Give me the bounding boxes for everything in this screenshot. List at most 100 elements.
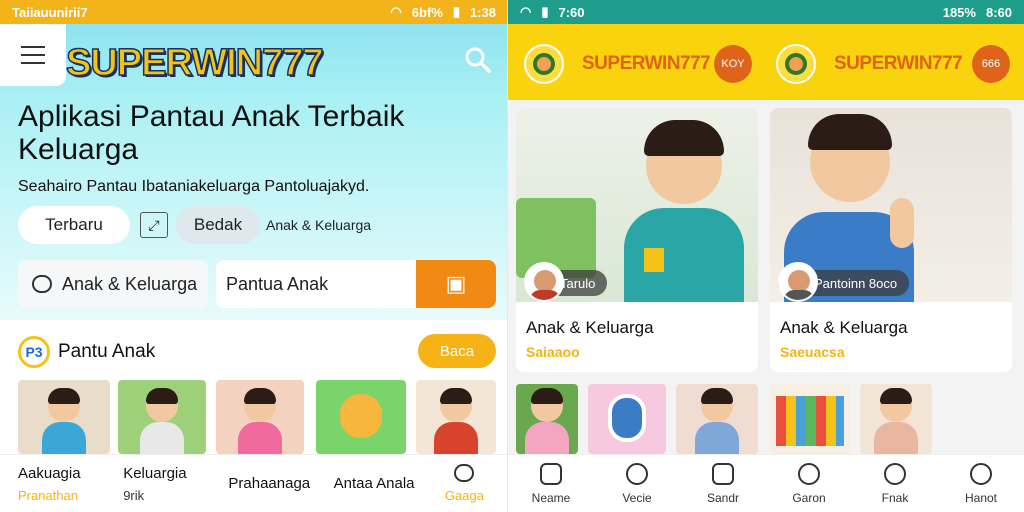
- nav-label: Keluargia: [123, 464, 187, 482]
- filter-chip-anak-keluarga[interactable]: Anak & Keluarga: [266, 214, 376, 236]
- hamburger-menu-button[interactable]: [0, 24, 66, 86]
- chat-icon: [32, 275, 52, 293]
- search-icon: [970, 462, 992, 485]
- thumbnail[interactable]: [588, 384, 666, 454]
- card-title: Anak & Keluarga: [780, 318, 908, 337]
- bottom-navigation: Aakuagia Pranathan Keluargia 9rik Prahaa…: [0, 454, 508, 512]
- nav-label: Garon: [792, 490, 826, 505]
- card-subtitle: Saiaaoo: [526, 344, 580, 360]
- nav-sublabel: 9rik: [123, 487, 145, 503]
- status-app-text: Taiiauunirii7: [12, 4, 88, 20]
- status-bar: Taiiauunirii7 ◠ 6bf% ▮ 1:38: [0, 0, 508, 24]
- thumbnail[interactable]: [216, 380, 304, 454]
- card-author-badge: Pantoinn 8oco: [778, 262, 910, 302]
- battery-icon: ▮: [541, 4, 549, 19]
- nav-item[interactable]: Prahaanaga: [210, 455, 315, 512]
- content-card[interactable]: Pantoinn 8oco Anak & Keluarga Saeuacsa: [770, 108, 1012, 372]
- avatar: [524, 262, 564, 302]
- nav-item[interactable]: Vecie: [594, 455, 680, 512]
- search-row: Anak & Keluarga Pantua Anak ▣: [18, 260, 496, 308]
- section-icon: P3: [18, 336, 50, 368]
- status-time: 7:60: [558, 4, 585, 20]
- card-subtitle: Saeuacsa: [780, 344, 845, 360]
- chat-icon: [454, 464, 475, 482]
- nav-item[interactable]: Fnak: [852, 455, 938, 512]
- nav-label: Neame: [531, 490, 571, 505]
- thumbnail[interactable]: [516, 384, 578, 454]
- filter-icon[interactable]: ⤢: [140, 212, 168, 238]
- penguin-icon: [608, 394, 646, 442]
- thumbnail[interactable]: [18, 380, 110, 454]
- nav-item[interactable]: Keluargia 9rik: [105, 455, 210, 512]
- status-time-2: 8:60: [985, 4, 1012, 20]
- compass-icon: [884, 462, 906, 485]
- search-submit-button[interactable]: ▣: [416, 260, 496, 308]
- home-icon: [540, 462, 562, 485]
- thumbnail[interactable]: [770, 384, 850, 454]
- search-icon: [798, 462, 820, 485]
- battery-percent: 185%: [942, 4, 976, 20]
- nav-label: Sandr: [706, 490, 740, 505]
- battery-percent: 6bf%: [411, 4, 443, 20]
- thumbnail[interactable]: [676, 384, 758, 454]
- badge-label: Pantoinn 8oco: [814, 275, 898, 291]
- nav-label: Hanot: [964, 490, 998, 505]
- right-phone-screen: ◠ ▮ 7:60 185% 8:60 SUPERWIN777 KOY SUPER…: [508, 0, 1024, 512]
- nav-item[interactable]: Neame: [508, 455, 594, 512]
- nav-item[interactable]: Gaaga: [421, 455, 508, 512]
- filter-chip-terbaru[interactable]: Terbaru: [18, 206, 130, 244]
- header-action-button[interactable]: KOY: [714, 45, 752, 83]
- bottom-navigation: Neame Vecie Sandr Garon Fnak Hanot: [508, 454, 1024, 512]
- nav-item[interactable]: Antaa Anala: [316, 455, 421, 512]
- left-phone-screen: Taiiauunirii7 ◠ 6bf% ▮ 1:38 SUPERWIN777 …: [0, 0, 508, 512]
- status-time: 1:38: [469, 4, 496, 20]
- nav-label: Fnak: [881, 490, 909, 505]
- status-icons: ◠ 6bf% ▮ 1:38: [390, 4, 496, 20]
- nav-item[interactable]: Hanot: [938, 455, 1024, 512]
- section-read-button[interactable]: Baca: [418, 334, 496, 368]
- header-action-button[interactable]: 666: [972, 45, 1010, 83]
- book-icon: [712, 462, 734, 485]
- wifi-icon: ◠: [520, 4, 532, 19]
- badge-label: Tarulo: [560, 275, 596, 291]
- nav-item[interactable]: Sandr: [680, 455, 766, 512]
- status-right-group: 185% 8:60: [943, 5, 1012, 20]
- brand-logo[interactable]: SUPERWIN777: [65, 41, 324, 85]
- category-selector[interactable]: Anak & Keluarga: [18, 260, 208, 308]
- category-label: Anak & Keluarga: [62, 273, 198, 294]
- nav-item[interactable]: Aakuagia Pranathan: [0, 455, 105, 512]
- header-tab[interactable]: SUPERWIN777: [776, 44, 963, 84]
- nav-item[interactable]: Garon: [766, 455, 852, 512]
- nav-label: Aakuagia: [18, 464, 81, 482]
- card-title: Anak & Keluarga: [526, 318, 654, 337]
- section-title: Pantu Anak: [58, 341, 156, 362]
- box-icon: ▣: [445, 271, 467, 296]
- thumbnail-strip: [516, 384, 1016, 454]
- toy-shelf-icon: [776, 396, 844, 446]
- battery-icon: ▮: [452, 4, 460, 19]
- brand-name: SUPERWIN777: [582, 53, 711, 74]
- search-placeholder: Pantua Anak: [226, 273, 329, 294]
- avatar: [778, 262, 818, 302]
- header-tab[interactable]: SUPERWIN777: [524, 44, 711, 84]
- hero-subtitle: Seahairo Pantau Ibataniakeluarga Pantolu…: [18, 178, 370, 195]
- search-button[interactable]: [458, 40, 498, 80]
- status-bar: ◠ ▮ 7:60 185% 8:60: [508, 0, 1024, 24]
- search-icon: [465, 47, 491, 73]
- app-header: SUPERWIN777 KOY SUPERWIN777 666: [508, 24, 1024, 100]
- thumbnail[interactable]: [416, 380, 496, 454]
- nav-label: Prahaanaga: [228, 475, 311, 492]
- thumbnail[interactable]: [118, 380, 206, 454]
- menu-icon: [21, 54, 45, 56]
- avatar[interactable]: [776, 44, 816, 84]
- status-left-group: ◠ ▮ 7:60: [520, 4, 585, 20]
- thumbnail[interactable]: [860, 384, 932, 454]
- section-header: P3 Pantu Anak Baca: [18, 334, 496, 370]
- hero-title: Aplikasi Pantau Anak Terbaik Keluarga: [18, 100, 405, 166]
- content-card[interactable]: Tarulo Anak & Keluarga Saiaaoo: [516, 108, 758, 372]
- filter-chip-bedak[interactable]: Bedak: [176, 206, 260, 244]
- thumbnail[interactable]: [316, 380, 406, 454]
- avatar[interactable]: [524, 44, 564, 84]
- nav-sublabel: Gaaga: [444, 488, 484, 503]
- nav-label: Vecie: [622, 490, 652, 505]
